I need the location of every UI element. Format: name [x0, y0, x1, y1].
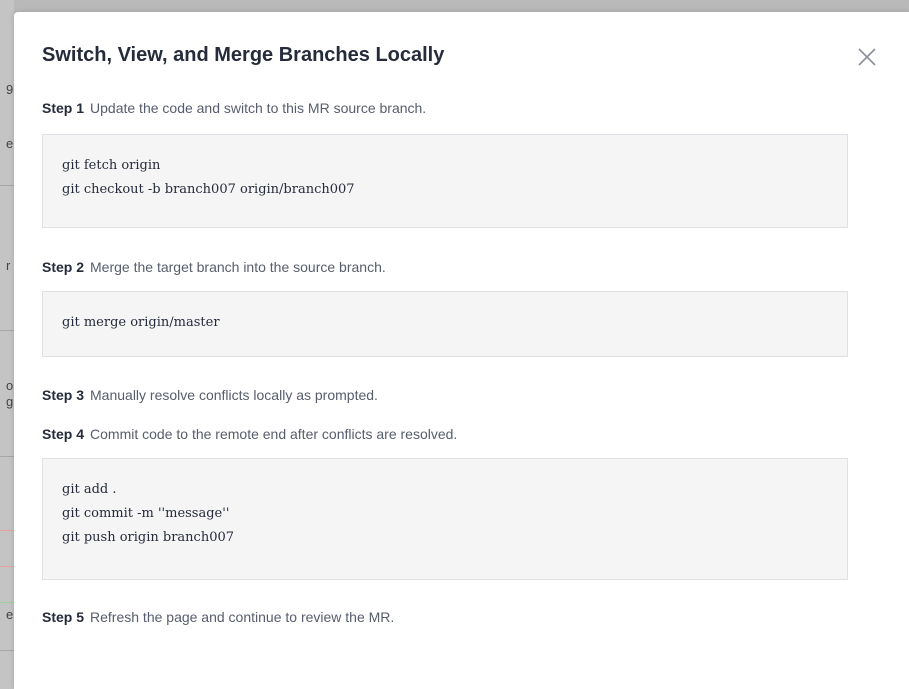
code-block-2[interactable]: git merge origin/master [42, 291, 848, 357]
background-text: e [6, 136, 14, 151]
background-page-edge: 9 e r o g e [0, 0, 14, 689]
step-label: Step 2 [42, 259, 85, 275]
background-text: e [6, 607, 14, 622]
background-text: r [6, 258, 11, 273]
background-divider [0, 456, 14, 457]
code-line: git checkout -b branch007 origin/branch0… [62, 182, 355, 197]
step-label: Step 3 [42, 387, 85, 403]
dialog-title: Switch, View, and Merge Branches Locally [42, 44, 445, 66]
step-text: Refresh the page and continue to review … [90, 609, 395, 625]
background-divider [0, 185, 14, 186]
background-text: g [6, 394, 14, 409]
code-block-3[interactable]: git add . git commit -m ''message'' git … [42, 458, 848, 580]
merge-branches-dialog: Switch, View, and Merge Branches Locally… [14, 12, 909, 689]
close-button[interactable] [856, 46, 878, 68]
code-line: git add . [62, 482, 117, 497]
code-block-1[interactable]: git fetch origin git checkout -b branch0… [42, 134, 848, 228]
step-2: Step 2 Merge the target branch into the s… [42, 259, 386, 275]
background-diff-line [0, 530, 14, 531]
step-1: Step 1 Update the code and switch to this… [42, 100, 426, 116]
code-line: git push origin branch007 [62, 530, 235, 545]
step-text: Manually resolve conflicts locally as pr… [90, 387, 378, 403]
step-4: Step 4 Commit code to the remote end afte… [42, 426, 457, 442]
step-text: Merge the target branch into the source … [90, 259, 386, 275]
background-diff-line [0, 602, 14, 603]
step-text: Update the code and switch to this MR so… [90, 100, 427, 116]
code-line: git fetch origin [62, 158, 161, 173]
background-text: 9 [6, 82, 14, 97]
background-diff-line [0, 566, 14, 567]
background-divider [0, 650, 14, 651]
step-3: Step 3 Manually resolve conflicts locally… [42, 387, 378, 403]
step-label: Step 1 [42, 100, 85, 116]
background-text: o [6, 378, 14, 393]
step-5: Step 5 Refresh the page and continue to r… [42, 609, 394, 625]
step-text: Commit code to the remote end after conf… [90, 426, 458, 442]
background-divider [0, 330, 14, 331]
step-label: Step 5 [42, 609, 85, 625]
step-label: Step 4 [42, 426, 85, 442]
close-icon [858, 48, 876, 66]
code-line: git commit -m ''message'' [62, 506, 230, 521]
code-line: git merge origin/master [62, 315, 220, 330]
